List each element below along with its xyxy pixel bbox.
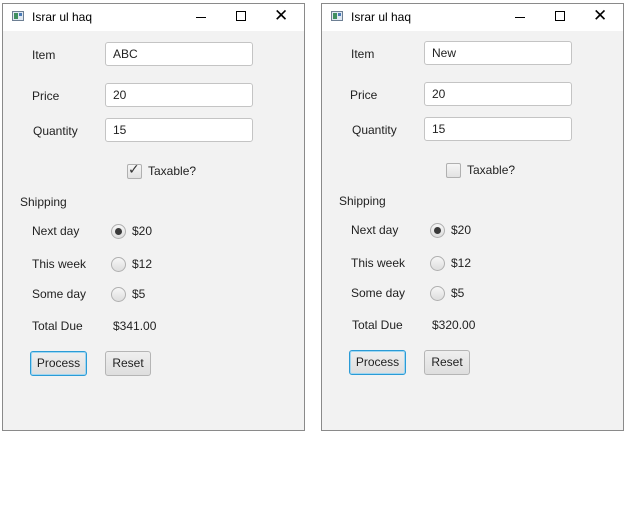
total-due-label: Total Due [32, 319, 83, 333]
shipping-heading: Shipping [20, 195, 67, 209]
next-day-radio[interactable] [430, 223, 445, 238]
radio-selected-dot [434, 227, 441, 234]
maximize-button[interactable] [543, 4, 577, 31]
this-week-price[interactable]: $12 [132, 257, 152, 271]
app-window: Israr ul haq ✕ Item New Price 20 Quantit… [321, 3, 624, 431]
close-button[interactable]: ✕ [583, 4, 617, 31]
taxable-label[interactable]: Taxable? [467, 163, 515, 177]
shipping-option-label: This week [351, 256, 406, 270]
process-button[interactable]: Process [30, 351, 87, 376]
minimize-icon [196, 17, 206, 18]
total-due-label: Total Due [352, 318, 403, 332]
price-field[interactable]: 20 [105, 83, 253, 107]
shipping-option-label: Next day [32, 224, 80, 238]
item-label: Item [351, 47, 375, 61]
shipping-option-label: Some day [32, 287, 87, 301]
maximize-icon [555, 11, 565, 21]
price-field[interactable]: 20 [424, 82, 572, 106]
close-icon: ✕ [593, 6, 608, 26]
this-week-price[interactable]: $12 [451, 256, 471, 270]
title-bar[interactable]: Israr ul haq ✕ [3, 4, 304, 31]
some-day-radio[interactable] [430, 286, 445, 301]
total-due-value: $320.00 [432, 318, 476, 332]
quantity-field[interactable]: 15 [424, 117, 572, 141]
taxable-checkbox[interactable] [446, 163, 461, 178]
item-label: Item [32, 48, 56, 62]
maximize-button[interactable] [224, 4, 258, 31]
some-day-price[interactable]: $5 [132, 287, 145, 301]
process-button[interactable]: Process [349, 350, 406, 375]
this-week-radio[interactable] [111, 257, 126, 272]
quantity-label: Quantity [352, 123, 397, 137]
quantity-field[interactable]: 15 [105, 118, 253, 142]
window-title: Israr ul haq [32, 10, 93, 24]
minimize-icon [515, 17, 525, 18]
next-day-price[interactable]: $20 [132, 224, 152, 238]
this-week-radio[interactable] [430, 256, 445, 271]
taxable-label[interactable]: Taxable? [148, 164, 196, 178]
shipping-option-label: This week [32, 257, 87, 271]
window-title: Israr ul haq [351, 10, 412, 24]
some-day-radio[interactable] [111, 287, 126, 302]
maximize-icon [236, 11, 246, 21]
shipping-option-label: Some day [351, 286, 406, 300]
check-icon: ✓ [128, 162, 140, 178]
taxable-checkbox[interactable]: ✓ [127, 162, 142, 179]
minimize-button[interactable] [184, 4, 218, 31]
next-day-price[interactable]: $20 [451, 223, 471, 237]
item-field[interactable]: New [424, 41, 572, 65]
quantity-label: Quantity [33, 124, 78, 138]
app-icon [331, 11, 343, 21]
close-button[interactable]: ✕ [264, 4, 298, 31]
next-day-radio[interactable] [111, 224, 126, 239]
app-icon [12, 11, 24, 21]
some-day-price[interactable]: $5 [451, 286, 464, 300]
radio-selected-dot [115, 228, 122, 235]
item-field[interactable]: ABC [105, 42, 253, 66]
price-label: Price [32, 89, 60, 103]
title-bar[interactable]: Israr ul haq ✕ [322, 4, 623, 31]
price-label: Price [350, 88, 378, 102]
app-window: Israr ul haq ✕ Item ABC Price 20 Quantit… [2, 3, 305, 431]
total-due-value: $341.00 [113, 319, 157, 333]
shipping-option-label: Next day [351, 223, 399, 237]
shipping-heading: Shipping [339, 194, 386, 208]
reset-button[interactable]: Reset [424, 350, 470, 375]
close-icon: ✕ [274, 6, 289, 26]
reset-button[interactable]: Reset [105, 351, 151, 376]
minimize-button[interactable] [503, 4, 537, 31]
